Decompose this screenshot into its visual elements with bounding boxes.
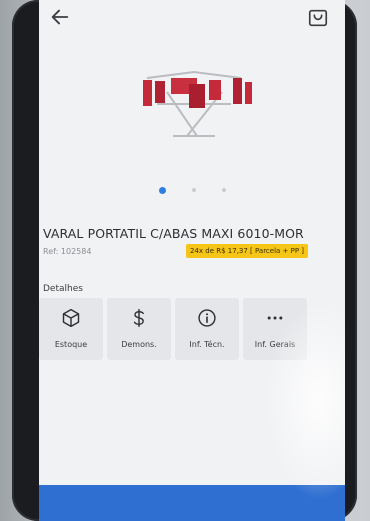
inf-gerais-button[interactable]: Inf. Gerais <box>243 298 307 360</box>
arrow-left-icon[interactable] <box>49 6 71 28</box>
phone-frame: VARAL PORTATIL C/ABAS MAXI 6010-MOR Ref:… <box>12 0 357 521</box>
product-ref: Ref: 102584 <box>43 247 92 256</box>
carousel-dot[interactable] <box>221 188 226 192</box>
inf-tecn-label: Inf. Técn. <box>189 340 225 349</box>
top-bar <box>39 0 345 36</box>
app-screen: VARAL PORTATIL C/ABAS MAXI 6010-MOR Ref:… <box>39 0 345 521</box>
price-installment-badge: 24x de R$ 17,37 [ Parcela + PP ] <box>186 244 309 258</box>
demons-label: Demons. <box>121 340 157 349</box>
shopping-bag-icon[interactable] <box>307 7 329 29</box>
bottom-action-bar[interactable] <box>39 485 345 521</box>
carousel-dot-active[interactable] <box>158 187 166 194</box>
inf-tecn-button[interactable]: Inf. Técn. <box>175 298 239 360</box>
product-image[interactable] <box>127 64 261 142</box>
inf-gerais-label: Inf. Gerais <box>254 340 296 349</box>
demons-button[interactable]: Demons. <box>107 298 171 360</box>
product-title: VARAL PORTATIL C/ABAS MAXI 6010-MOR <box>43 226 304 241</box>
carousel-dot[interactable] <box>191 188 196 192</box>
info-icon <box>198 309 216 327</box>
estoque-button[interactable]: Estoque <box>39 298 103 360</box>
more-icon <box>267 316 283 320</box>
estoque-label: Estoque <box>54 340 88 349</box>
dollar-icon <box>133 308 144 328</box>
carousel-indicator <box>39 187 345 194</box>
box-icon <box>62 308 80 328</box>
details-cards: Estoque Demons. Inf. Técn. Inf. Gerais <box>39 298 307 360</box>
details-section-label: Detalhes <box>43 284 83 294</box>
